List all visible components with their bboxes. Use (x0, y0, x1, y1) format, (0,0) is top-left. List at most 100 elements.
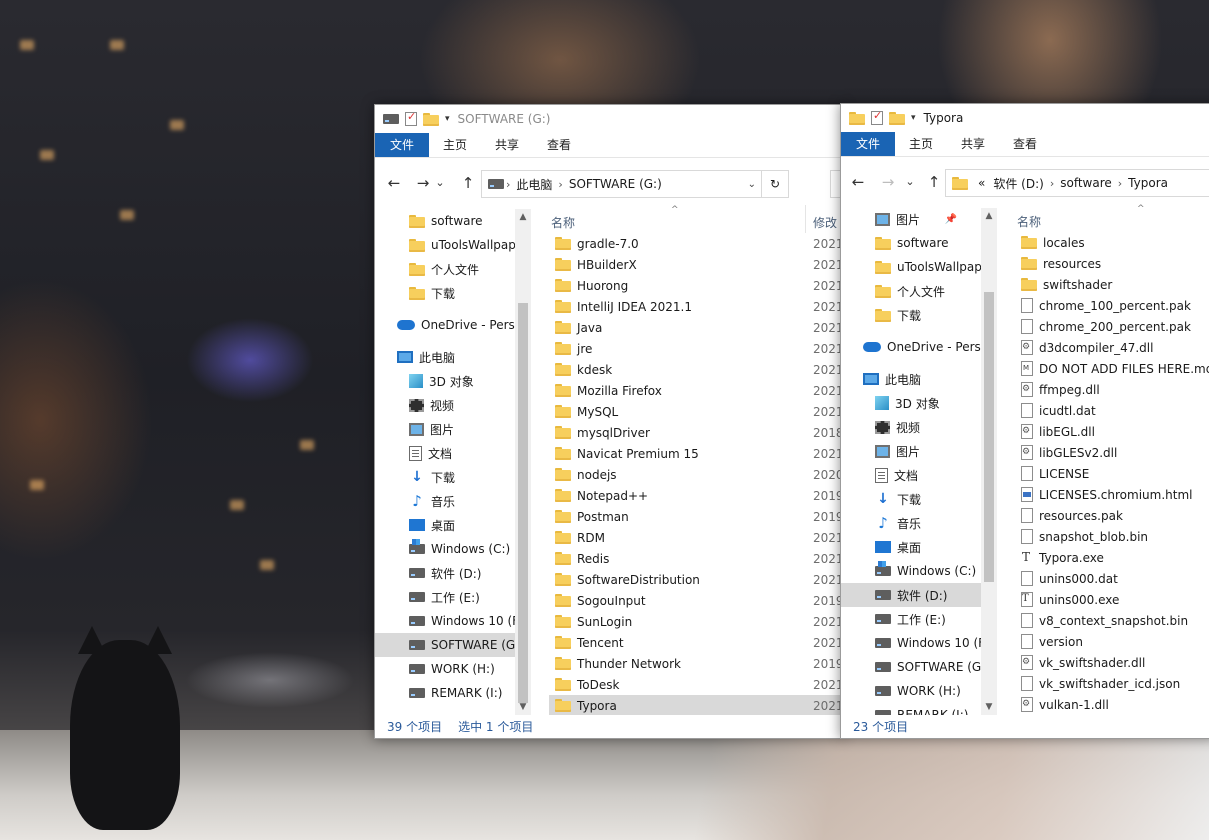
nav-item[interactable]: software (841, 231, 981, 255)
scroll-up-icon[interactable]: ▲ (981, 208, 997, 224)
nav-item[interactable]: OneDrive - Perso (375, 313, 515, 337)
file-row[interactable]: Typora.exe (1015, 547, 1209, 568)
file-row[interactable]: libEGL.dll (1015, 421, 1209, 442)
chevron-down-icon[interactable]: ⌄ (748, 179, 756, 190)
file-row[interactable]: jre 2021 (549, 338, 843, 359)
nav-item[interactable]: 图片 📌 (841, 207, 981, 231)
scroll-down-icon[interactable]: ▼ (981, 699, 997, 715)
column-header-name[interactable]: 名称 (1017, 213, 1041, 230)
file-row[interactable]: mysqlDriver 2018 (549, 422, 843, 443)
file-row[interactable]: LICENSE (1015, 463, 1209, 484)
chevron-right-icon[interactable]: › (506, 178, 510, 191)
file-row[interactable]: resources.pak (1015, 505, 1209, 526)
nav-item[interactable]: 软件 (D:) (375, 561, 515, 585)
nav-item[interactable]: software (375, 209, 515, 233)
nav-item[interactable]: REMARK (I:) (841, 703, 981, 715)
nav-item[interactable]: Windows 10 (F (375, 609, 515, 633)
nav-item[interactable]: 文档 (375, 441, 515, 465)
nav-item[interactable]: SOFTWARE (G:) (375, 633, 515, 657)
file-row[interactable]: locales (1015, 232, 1209, 253)
column-header-name[interactable]: 名称 (551, 214, 575, 231)
nav-item[interactable]: WORK (H:) (841, 679, 981, 703)
title-bar[interactable]: ▾ Typora (841, 104, 1209, 132)
file-row[interactable]: Mozilla Firefox 2021 (549, 380, 843, 401)
file-row[interactable]: gradle-7.0 2021 (549, 233, 843, 254)
file-row[interactable]: MySQL 2021 (549, 401, 843, 422)
forward-button[interactable]: → (412, 172, 434, 194)
nav-item[interactable]: WORK (H:) (375, 657, 515, 681)
nav-item[interactable]: 桌面 (375, 513, 515, 537)
forward-button[interactable]: → (877, 171, 899, 193)
nav-item[interactable]: OneDrive - Perso (841, 335, 981, 359)
address-bar[interactable]: « 软件 (D:) › software › Typora (945, 169, 1209, 197)
file-row[interactable]: LICENSES.chromium.html (1015, 484, 1209, 505)
tab-view[interactable]: 查看 (999, 132, 1051, 156)
file-row[interactable]: d3dcompiler_47.dll (1015, 337, 1209, 358)
file-row[interactable]: vk_swiftshader.dll (1015, 652, 1209, 673)
breadcrumb-this-pc[interactable]: 此电脑 (516, 176, 552, 193)
nav-item[interactable]: 工作 (E:) (841, 607, 981, 631)
file-row[interactable]: Tencent 2021 (549, 632, 843, 653)
tab-home[interactable]: 主页 (895, 132, 947, 156)
breadcrumb-software[interactable]: software (1060, 176, 1112, 190)
title-bar[interactable]: ▾ SOFTWARE (G:) (375, 105, 843, 133)
back-button[interactable]: ← (383, 172, 405, 194)
explorer-window-software[interactable]: ▾ SOFTWARE (G:) 文件 主页 共享 查看 ← → ⌄ ↑ › 此电… (374, 104, 844, 739)
tab-home[interactable]: 主页 (429, 133, 481, 157)
recent-locations-button[interactable]: ⌄ (903, 171, 917, 193)
file-row[interactable]: Postman 2019 (549, 506, 843, 527)
column-header-date[interactable]: 修改 (813, 214, 837, 231)
breadcrumb-drive[interactable]: 软件 (D:) (993, 175, 1043, 192)
nav-item[interactable]: 个人文件 (375, 257, 515, 281)
chevron-right-icon[interactable]: › (1118, 177, 1122, 190)
explorer-window-typora[interactable]: ▾ Typora 文件 主页 共享 查看 ← → ⌄ ↑ « 软件 (D:) ›… (840, 103, 1209, 739)
file-row[interactable]: RDM 2021 (549, 527, 843, 548)
file-row[interactable]: chrome_100_percent.pak (1015, 295, 1209, 316)
file-row[interactable]: SoftwareDistribution 2021 (549, 569, 843, 590)
nav-item[interactable]: ♪ 音乐 (841, 511, 981, 535)
nav-item[interactable]: ↓ 下载 (375, 465, 515, 489)
file-row[interactable]: SogouInput 2019 (549, 590, 843, 611)
tab-view[interactable]: 查看 (533, 133, 585, 157)
nav-item[interactable]: uToolsWallpap (375, 233, 515, 257)
tab-file[interactable]: 文件 (375, 133, 430, 157)
nav-item[interactable]: 3D 对象 (375, 369, 515, 393)
nav-item[interactable]: 图片 (375, 417, 515, 441)
address-bar[interactable]: › 此电脑 › SOFTWARE (G:) ⌄ (481, 170, 763, 198)
overflow-breadcrumb[interactable]: « (978, 176, 985, 190)
file-row[interactable]: IntelliJ IDEA 2021.1 2021 (549, 296, 843, 317)
tab-share[interactable]: 共享 (947, 132, 999, 156)
nav-item[interactable]: ♪ 音乐 (375, 489, 515, 513)
nav-item[interactable]: 软件 (D:) (841, 583, 981, 607)
nav-item[interactable]: 文档 (841, 463, 981, 487)
nav-item[interactable]: 此电脑 (841, 367, 981, 391)
nav-item[interactable]: Windows 10 (F (841, 631, 981, 655)
nav-item[interactable]: 视频 (841, 415, 981, 439)
file-row[interactable]: version (1015, 631, 1209, 652)
nav-item[interactable]: 桌面 (841, 535, 981, 559)
breadcrumb-typora[interactable]: Typora (1128, 176, 1168, 190)
up-button[interactable]: ↑ (923, 171, 945, 193)
chevron-right-icon[interactable]: › (1050, 177, 1054, 190)
navigation-scrollbar[interactable]: ▲ ▼ (515, 209, 531, 715)
up-button[interactable]: ↑ (457, 172, 479, 194)
nav-item[interactable]: 个人文件 (841, 279, 981, 303)
chevron-down-icon[interactable]: ▾ (445, 114, 450, 124)
breadcrumb-drive[interactable]: SOFTWARE (G:) (569, 177, 662, 191)
file-row[interactable]: Java 2021 (549, 317, 843, 338)
nav-item[interactable]: uToolsWallpap (841, 255, 981, 279)
tab-share[interactable]: 共享 (481, 133, 533, 157)
nav-item[interactable]: Windows (C:) (841, 559, 981, 583)
file-row[interactable]: Navicat Premium 15 2021 (549, 443, 843, 464)
nav-item[interactable]: SOFTWARE (G: (841, 655, 981, 679)
file-row[interactable]: vulkan-1.dll (1015, 694, 1209, 715)
file-row[interactable]: libGLESv2.dll (1015, 442, 1209, 463)
properties-icon[interactable] (405, 110, 417, 126)
back-button[interactable]: ← (847, 171, 869, 193)
file-row[interactable]: vk_swiftshader_icd.json (1015, 673, 1209, 694)
nav-item[interactable]: ↓ 下载 (841, 487, 981, 511)
file-row[interactable]: ToDesk 2021 (549, 674, 843, 695)
nav-item[interactable]: 下载 (375, 281, 515, 305)
new-folder-icon[interactable] (423, 112, 439, 126)
nav-item[interactable]: 3D 对象 (841, 391, 981, 415)
